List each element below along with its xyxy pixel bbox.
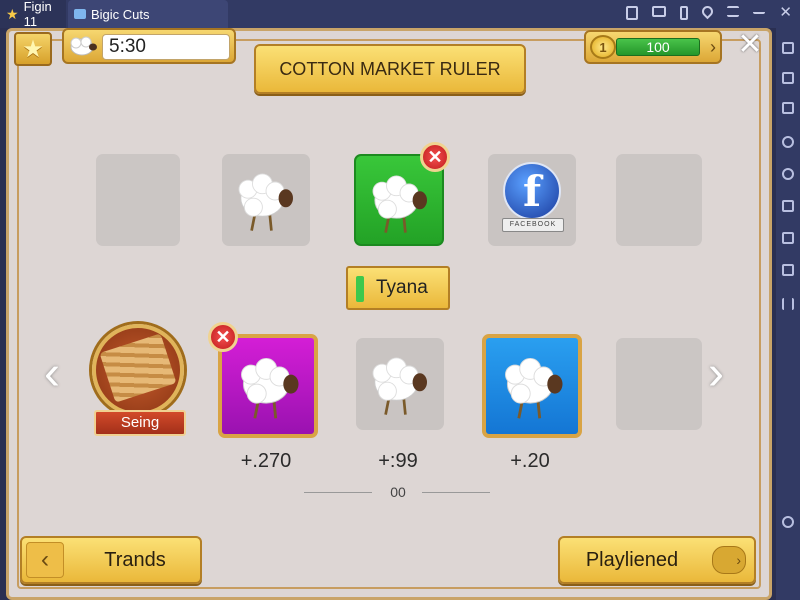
page-title: COTTON MARKET RULER bbox=[254, 44, 526, 94]
divider bbox=[422, 492, 490, 493]
chevron-left-icon: ‹ bbox=[26, 542, 64, 578]
timer-box: 5:30 bbox=[62, 28, 236, 64]
trands-button-label: Trands bbox=[104, 549, 166, 571]
emulator-controls: ✕ bbox=[626, 3, 792, 20]
sheep-icon bbox=[70, 36, 97, 56]
chart-icon[interactable] bbox=[782, 72, 794, 84]
previous-arrow-button[interactable]: ‹ bbox=[44, 350, 60, 398]
minimize-icon[interactable] bbox=[753, 6, 766, 14]
close-icon: ✕ bbox=[215, 326, 231, 347]
empty-slot[interactable] bbox=[616, 338, 702, 430]
grid-icon[interactable] bbox=[782, 264, 794, 276]
star-icon: ★ bbox=[22, 35, 44, 63]
seing-label: Seing bbox=[94, 410, 186, 436]
emulator-tab-1-label: Figin 11 bbox=[23, 0, 52, 29]
bookmark-icon[interactable] bbox=[680, 6, 689, 20]
location-icon[interactable] bbox=[700, 3, 716, 20]
emulator-tab-1[interactable]: ★ Figin 11 bbox=[0, 0, 66, 29]
player-name-tag: Tyana bbox=[346, 266, 450, 310]
page-indicator: 00 bbox=[390, 484, 406, 500]
close-button[interactable]: ✕ bbox=[734, 30, 766, 62]
favorite-star-button[interactable]: ★ bbox=[14, 32, 52, 66]
emulator-sidebar bbox=[776, 28, 800, 600]
emulator-tab-2[interactable]: Bigic Cuts bbox=[68, 0, 228, 28]
sheep-slot[interactable] bbox=[222, 154, 310, 246]
facebook-slot[interactable]: f FACEBOOK bbox=[488, 154, 576, 246]
image-icon bbox=[74, 9, 86, 19]
player-name: Tyana bbox=[376, 277, 428, 298]
playliened-button[interactable]: Playliened › bbox=[558, 536, 756, 584]
chevron-right-icon: › bbox=[708, 347, 724, 400]
camera-icon[interactable] bbox=[782, 200, 794, 212]
panel-frame bbox=[17, 39, 761, 589]
facebook-glyph: f bbox=[522, 166, 542, 216]
location-icon[interactable] bbox=[782, 136, 794, 148]
coin-icon: 1 bbox=[590, 35, 616, 59]
sheep-slot-blue[interactable] bbox=[482, 334, 582, 438]
price-label: +.20 bbox=[510, 450, 550, 472]
coin-counter[interactable]: 1 100 › bbox=[584, 30, 722, 64]
pause-icon[interactable] bbox=[782, 298, 794, 310]
empty-slot[interactable] bbox=[616, 154, 702, 246]
sheep-icon bbox=[505, 357, 563, 419]
notes-icon[interactable] bbox=[626, 6, 639, 20]
divider bbox=[304, 492, 372, 493]
playliened-button-label: Playliened bbox=[585, 549, 679, 571]
price-label: +:99 bbox=[378, 450, 418, 472]
close-icon: ✕ bbox=[737, 28, 763, 61]
price-label: +.270 bbox=[240, 450, 292, 472]
close-icon[interactable]: ✕ bbox=[779, 5, 792, 20]
fullscreen-icon[interactable] bbox=[782, 42, 794, 54]
remove-badge-button[interactable]: ✕ bbox=[420, 142, 450, 172]
status-bar bbox=[356, 276, 364, 302]
chevron-right-icon: › bbox=[710, 37, 716, 57]
sheep-icon bbox=[372, 357, 427, 415]
coin-amount: 100 bbox=[616, 38, 700, 56]
facebook-ribbon: FACEBOOK bbox=[502, 218, 564, 232]
emulator-title-bar: ★ Figin 11 Bigic Cuts ✕ bbox=[0, 0, 800, 29]
timer-value: 5:30 bbox=[102, 34, 230, 60]
close-icon: ✕ bbox=[427, 146, 443, 167]
emulator-tab-2-label: Bigic Cuts bbox=[91, 6, 150, 22]
sheep-slot[interactable] bbox=[356, 338, 444, 430]
game-panel bbox=[6, 28, 772, 600]
trands-button[interactable]: ‹ Trands bbox=[20, 536, 202, 584]
settings-icon[interactable] bbox=[782, 516, 794, 528]
coin-level: 1 bbox=[599, 39, 607, 55]
seing-medal[interactable] bbox=[92, 324, 184, 416]
wood-crate-icon bbox=[99, 333, 177, 403]
star-icon: ★ bbox=[6, 6, 19, 22]
empty-slot[interactable] bbox=[96, 154, 180, 246]
remove-badge-button[interactable]: ✕ bbox=[208, 322, 238, 352]
sheep-icon bbox=[372, 175, 427, 233]
edit-icon[interactable] bbox=[782, 102, 794, 114]
menu-icon[interactable] bbox=[727, 6, 740, 17]
rotate-icon[interactable] bbox=[782, 168, 794, 180]
sheep-slot-purple[interactable] bbox=[218, 334, 318, 438]
toggle-icon: › bbox=[712, 546, 746, 574]
keyboard-icon[interactable] bbox=[652, 6, 667, 17]
sheep-icon bbox=[241, 357, 299, 419]
sheep-icon bbox=[238, 173, 293, 231]
chevron-left-icon: ‹ bbox=[44, 347, 60, 400]
next-arrow-button[interactable]: › bbox=[708, 350, 724, 398]
folder-icon[interactable] bbox=[782, 232, 794, 244]
facebook-icon: f bbox=[503, 162, 561, 220]
